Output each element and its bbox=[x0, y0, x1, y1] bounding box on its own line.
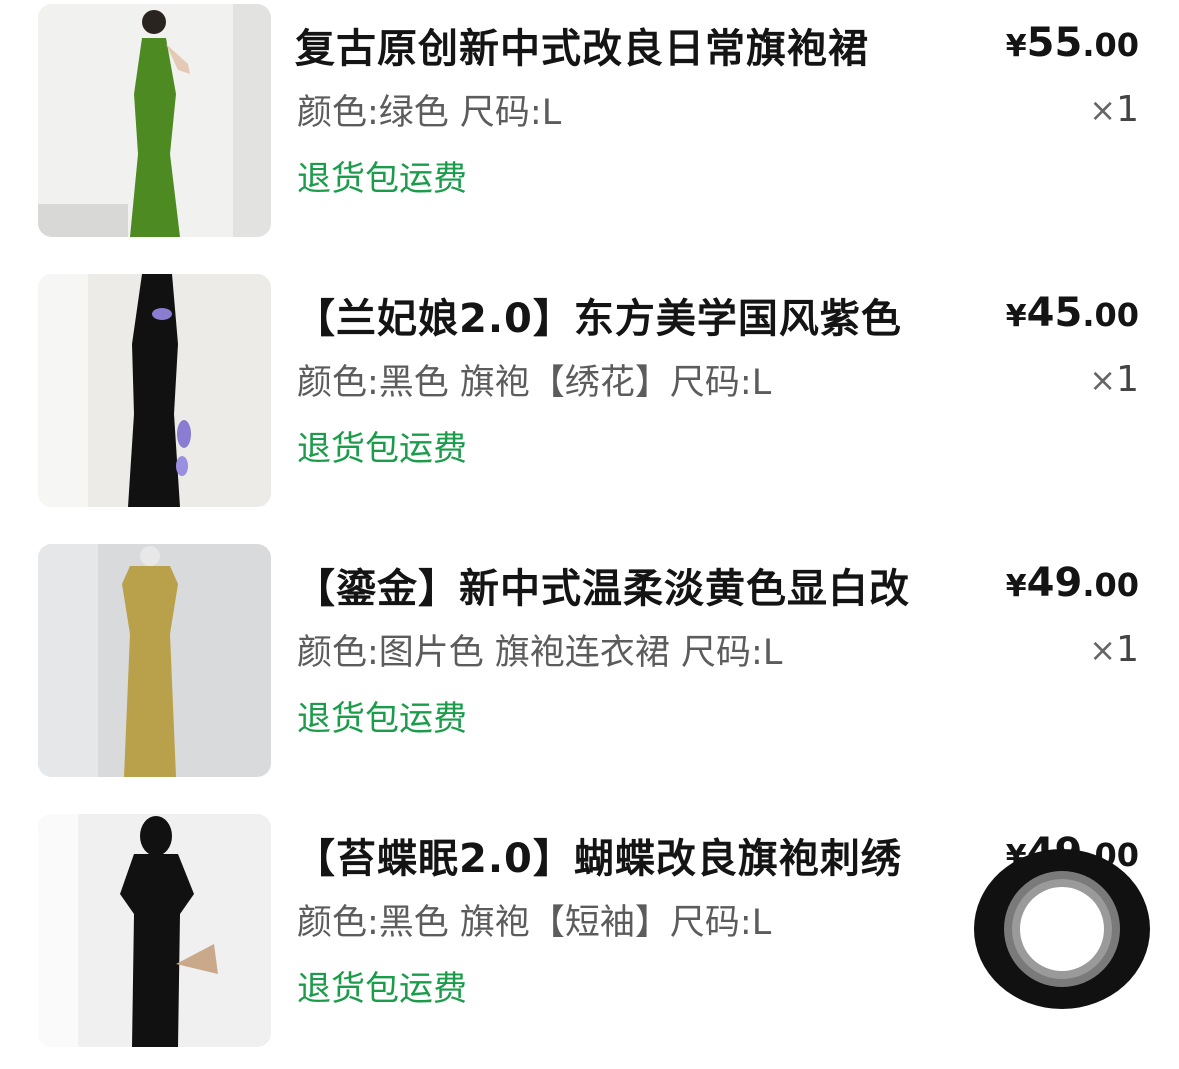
free-return-tag: 退货包运费 bbox=[297, 159, 467, 199]
qty-value: 1 bbox=[1116, 89, 1139, 130]
qty-value: 1 bbox=[1116, 629, 1139, 670]
order-item[interactable]: 复古原创新中式改良日常旗袍裙 颜色:绿色 尺码:L 退货包运费 ¥55.00 ×… bbox=[0, 4, 1179, 244]
product-title[interactable]: 复古原创新中式改良日常旗袍裙 bbox=[295, 16, 869, 74]
product-price: ¥49.00 bbox=[1006, 560, 1139, 606]
product-title[interactable]: 【鎏金】新中式温柔淡黄色显白改 bbox=[295, 556, 910, 614]
qty-symbol: × bbox=[1089, 631, 1117, 669]
price-currency: ¥ bbox=[1005, 299, 1027, 334]
free-return-tag: 退货包运费 bbox=[297, 429, 467, 469]
product-image[interactable] bbox=[38, 4, 271, 237]
price-integer: 45 bbox=[1026, 290, 1083, 336]
order-item[interactable]: 【鎏金】新中式温柔淡黄色显白改 颜色:图片色 旗袍连衣裙 尺码:L 退货包运费 … bbox=[0, 544, 1179, 784]
product-spec: 颜色:图片色 旗袍连衣裙 尺码:L bbox=[297, 633, 783, 673]
price-currency: ¥ bbox=[1005, 569, 1027, 604]
product-price: ¥45.00 bbox=[1006, 290, 1139, 336]
price-decimal: .00 bbox=[1082, 296, 1139, 334]
product-price: ¥55.00 bbox=[1006, 20, 1139, 66]
price-decimal: .00 bbox=[1082, 566, 1139, 604]
product-spec: 颜色:绿色 尺码:L bbox=[297, 93, 562, 133]
price-integer: 49 bbox=[1026, 560, 1083, 606]
product-title[interactable]: 【苔蝶眠2.0】蝴蝶改良旗袍刺绣 bbox=[295, 826, 902, 884]
price-currency: ¥ bbox=[1005, 29, 1027, 64]
free-return-tag: 退货包运费 bbox=[297, 969, 467, 1009]
product-image[interactable] bbox=[38, 814, 271, 1047]
product-image[interactable] bbox=[38, 274, 271, 507]
order-item[interactable]: 【兰妃娘2.0】东方美学国风紫色 颜色:黑色 旗袍【绣花】尺码:L 退货包运费 … bbox=[0, 274, 1179, 514]
product-image[interactable] bbox=[38, 544, 271, 777]
qty-symbol: × bbox=[1089, 361, 1117, 399]
qty-value: 1 bbox=[1116, 359, 1139, 400]
product-spec: 颜色:黑色 旗袍【短袖】尺码:L bbox=[297, 903, 772, 943]
assistive-touch-button[interactable] bbox=[972, 848, 1152, 1010]
product-title[interactable]: 【兰妃娘2.0】东方美学国风紫色 bbox=[295, 286, 902, 344]
qty-symbol: × bbox=[1089, 91, 1117, 129]
product-quantity: ×1 bbox=[1089, 89, 1139, 130]
product-quantity: ×1 bbox=[1089, 359, 1139, 400]
price-decimal: .00 bbox=[1082, 26, 1139, 64]
free-return-tag: 退货包运费 bbox=[297, 699, 467, 739]
product-quantity: ×1 bbox=[1089, 629, 1139, 670]
price-integer: 55 bbox=[1026, 20, 1083, 66]
product-spec: 颜色:黑色 旗袍【绣花】尺码:L bbox=[297, 363, 772, 403]
